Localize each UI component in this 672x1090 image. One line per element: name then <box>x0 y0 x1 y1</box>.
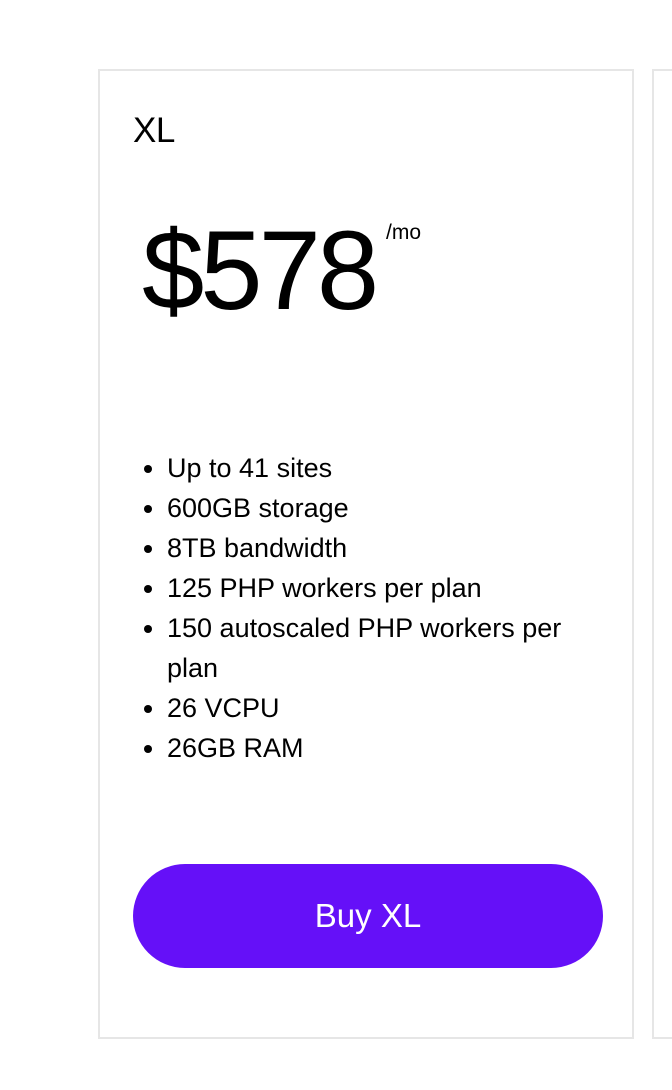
feature-item: 8TB bandwidth <box>167 528 613 568</box>
price-period: /mo <box>386 221 422 244</box>
plan-price: $578 <box>142 208 379 333</box>
feature-item: 150 autoscaled PHP workers per plan <box>167 608 613 688</box>
pricing-card-xl: XL $578 /mo Up to 41 sites 600GB storage… <box>98 69 634 1039</box>
feature-item: 600GB storage <box>167 488 613 528</box>
feature-item: Up to 41 sites <box>167 448 613 488</box>
feature-item: 125 PHP workers per plan <box>167 568 613 608</box>
pricing-card-next <box>652 69 672 1039</box>
pricing-section: XL $578 /mo Up to 41 sites 600GB storage… <box>0 0 672 1090</box>
feature-item: 26 VCPU <box>167 688 613 728</box>
plan-name: XL <box>133 111 175 150</box>
feature-item: 26GB RAM <box>167 728 613 768</box>
buy-xl-button[interactable]: Buy XL <box>133 864 603 968</box>
feature-list: Up to 41 sites 600GB storage 8TB bandwid… <box>133 448 613 768</box>
